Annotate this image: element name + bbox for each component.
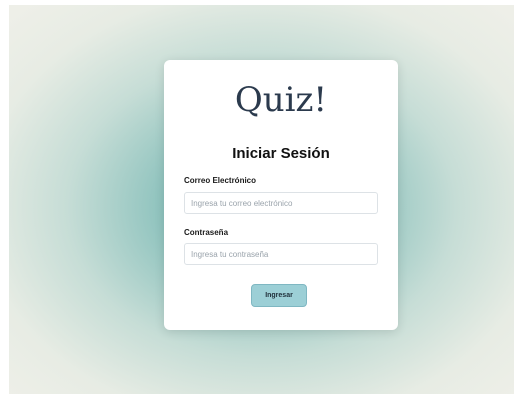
login-heading: Iniciar Sesión xyxy=(232,145,330,162)
login-button[interactable]: Ingresar xyxy=(251,284,307,307)
email-field[interactable] xyxy=(184,192,378,214)
login-card: Quiz! Iniciar Sesión Correo Electrónico … xyxy=(164,60,398,330)
password-field[interactable] xyxy=(184,243,378,265)
email-label: Correo Electrónico xyxy=(184,176,257,185)
app-logo: Quiz! xyxy=(234,80,328,120)
page-background: Quiz! Iniciar Sesión Correo Electrónico … xyxy=(9,5,514,394)
password-label: Contraseña xyxy=(184,228,229,237)
